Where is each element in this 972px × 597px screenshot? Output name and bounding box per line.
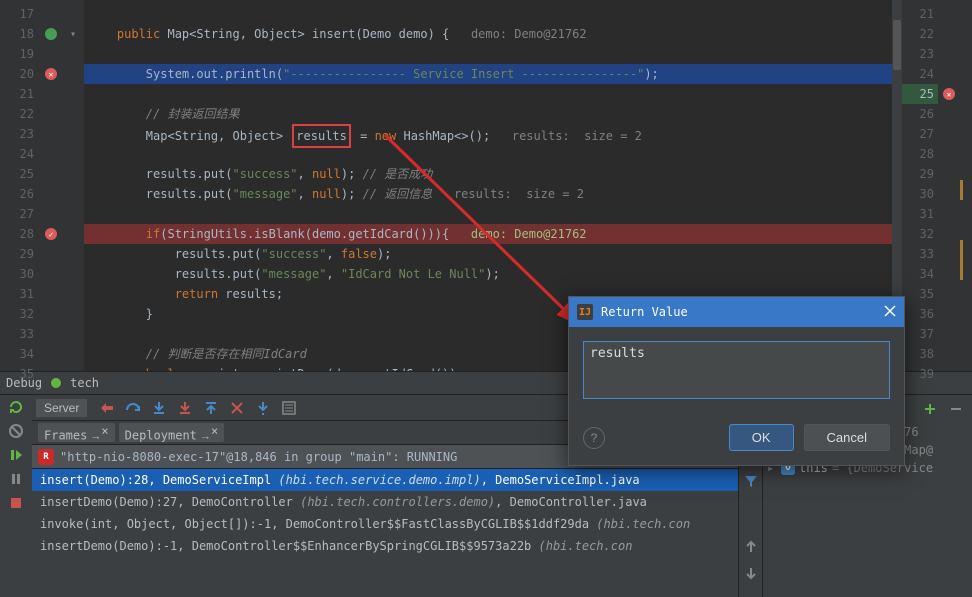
- breakpoint-muted-icon[interactable]: ✕: [943, 88, 955, 100]
- code-line: System.out.println("---------------- Ser…: [146, 67, 659, 81]
- remove-watch-icon[interactable]: [948, 401, 964, 417]
- force-step-into-icon[interactable]: [177, 400, 193, 416]
- down-arrow-icon[interactable]: [743, 565, 759, 581]
- thread-name: "http-nio-8080-exec-17"@18,846 in group …: [60, 450, 457, 464]
- rerun-icon[interactable]: [8, 399, 24, 415]
- step-into-icon[interactable]: [151, 400, 167, 416]
- dialog-titlebar[interactable]: IJ Return Value: [569, 297, 904, 327]
- inline-hint: results: size = 2: [454, 187, 584, 201]
- right-editor-stripe: [960, 0, 972, 371]
- evaluate-icon[interactable]: [281, 400, 297, 416]
- ok-button[interactable]: OK: [729, 424, 794, 451]
- inline-hint: results: size = 2: [512, 129, 642, 143]
- add-watch-icon[interactable]: [922, 401, 938, 417]
- right-breakpoint-gutter[interactable]: ✕: [938, 0, 960, 371]
- show-execution-point-icon[interactable]: [99, 400, 115, 416]
- up-arrow-icon[interactable]: [743, 539, 759, 555]
- fold-gutter[interactable]: ▾: [62, 0, 84, 371]
- app-icon: IJ: [577, 304, 593, 320]
- line-number-gutter: 171819 202122 232425 262728 293031 32333…: [0, 0, 40, 371]
- debug-side-buttons: [0, 395, 32, 597]
- chevron-down-icon[interactable]: ▾: [70, 29, 76, 40]
- stack-frame[interactable]: insertDemo(Demo):27, DemoController (hbi…: [32, 491, 738, 513]
- right-line-gutter: 212223 242526 272829 303132 333435 36373…: [902, 0, 938, 371]
- drop-frame-icon[interactable]: [229, 400, 245, 416]
- step-over-icon[interactable]: [125, 400, 141, 416]
- inline-hint: demo: Demo@21762: [471, 227, 587, 241]
- comment: // 判断是否存在相同IdCard: [146, 347, 307, 361]
- thread-badge-icon: R: [38, 449, 54, 465]
- run-to-cursor-icon[interactable]: [255, 400, 271, 416]
- step-out-icon[interactable]: [203, 400, 219, 416]
- tab-server[interactable]: Server: [36, 399, 87, 417]
- stack-frame[interactable]: insert(Demo):28, DemoServiceImpl (hbi.te…: [32, 469, 738, 491]
- return-value-dialog: IJ Return Value ? OK Cancel: [568, 296, 905, 466]
- return-value-input[interactable]: [583, 341, 890, 399]
- stack-frame[interactable]: invoke(int, Object, Object[]):-1, DemoCo…: [32, 513, 738, 535]
- keyword: public: [117, 27, 168, 41]
- subtab-frames[interactable]: Frames →×: [38, 423, 115, 442]
- breakpoint-active-icon[interactable]: ✓: [45, 228, 57, 240]
- frame-list[interactable]: insert(Demo):28, DemoServiceImpl (hbi.te…: [32, 469, 738, 597]
- subtab-deployment[interactable]: Deployment →×: [119, 423, 225, 442]
- pause-icon[interactable]: [8, 471, 24, 487]
- help-icon[interactable]: ?: [583, 427, 605, 449]
- highlighted-variable: results: [292, 124, 351, 148]
- breakpoint-gutter[interactable]: ✕ ✓: [40, 0, 62, 371]
- cancel-button[interactable]: Cancel: [804, 424, 890, 451]
- stop-square-icon[interactable]: [8, 495, 24, 511]
- stack-frame[interactable]: insertDemo(Demo):-1, DemoController$$Enh…: [32, 535, 738, 557]
- breakpoint-muted-icon[interactable]: ✕: [45, 68, 57, 80]
- filter-icon[interactable]: [743, 473, 759, 489]
- close-icon[interactable]: [884, 305, 896, 320]
- dialog-title: Return Value: [601, 305, 688, 319]
- stop-icon[interactable]: [8, 423, 24, 439]
- inline-hint: demo: Demo@21762: [471, 27, 587, 41]
- scrollbar-thumb[interactable]: [893, 20, 901, 70]
- override-marker-icon: [45, 28, 57, 40]
- comment: // 封装返回结果: [146, 107, 240, 121]
- resume-icon[interactable]: [8, 447, 24, 463]
